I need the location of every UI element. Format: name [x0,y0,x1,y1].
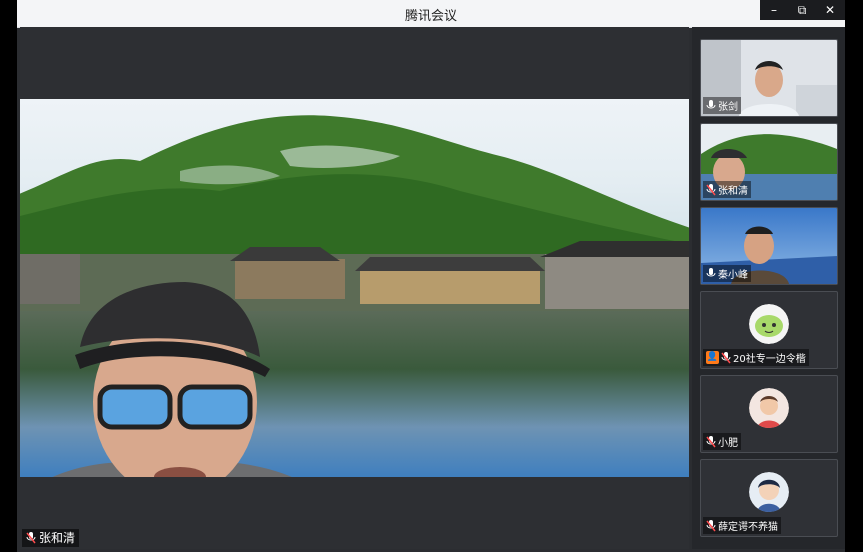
participant-label: 薛定谔不养猫 [703,517,781,534]
participant-label: 小肥 [703,433,741,450]
participant-label: 张剑 [703,97,741,114]
mic-icon [706,99,716,108]
main-video-feed [20,99,689,477]
speaker-figure [52,282,292,477]
participant-tile[interactable]: 张和清 [700,123,838,201]
participant-avatar [749,472,789,512]
participant-name: 20社专一边令楷 [733,354,806,365]
maximize-button[interactable]: ⧉ [788,0,816,20]
mic-icon [706,267,716,276]
window-controls: – ⧉ ✕ [760,0,845,20]
participant-name: 薛定谔不养猫 [718,522,778,533]
participant-tile[interactable]: 张剑 [700,39,838,117]
window-title: 腾讯会议 [404,9,457,24]
participant-tile[interactable]: 秦小峰 [700,207,838,285]
mic-muted-icon [721,351,731,363]
participant-avatar [749,388,789,428]
participant-label: 张和清 [703,181,751,198]
participant-name: 张剑 [718,102,738,113]
mic-muted-icon [706,435,716,447]
participant-tile[interactable]: 薛定谔不养猫 [700,459,838,537]
main-speaker-name: 张和清 [39,531,76,545]
minimize-button[interactable]: – [760,0,788,20]
mic-muted-icon [706,183,716,195]
participant-sidebar[interactable]: 张剑 张和清 秦小峰 👤 20社专一边令楷 小肥 薛定谔不养猫 [692,27,845,549]
title-bar: 腾讯会议 [17,0,845,28]
mic-muted-icon [26,532,36,544]
participant-tile[interactable]: 小肥 [700,375,838,453]
participant-name: 秦小峰 [718,270,748,281]
participant-name: 张和清 [718,186,748,197]
meeting-window: 腾讯会议 张和清 张剑 张和清 秦小峰 👤 20社专一边令楷 小肥 薛定谔不养猫… [17,0,845,552]
main-speaker-name-tag: 张和清 [22,529,80,547]
participant-avatar [749,304,789,344]
participant-tile[interactable]: 👤 20社专一边令楷 [700,291,838,369]
mic-muted-icon [706,519,716,531]
participant-name: 小肥 [718,438,738,449]
close-button[interactable]: ✕ [816,0,844,20]
person-badge-icon: 👤 [706,351,719,364]
main-video-area[interactable]: 张和清 [20,27,689,549]
participant-label: 👤 20社专一边令楷 [703,349,809,366]
participant-label: 秦小峰 [703,265,751,282]
